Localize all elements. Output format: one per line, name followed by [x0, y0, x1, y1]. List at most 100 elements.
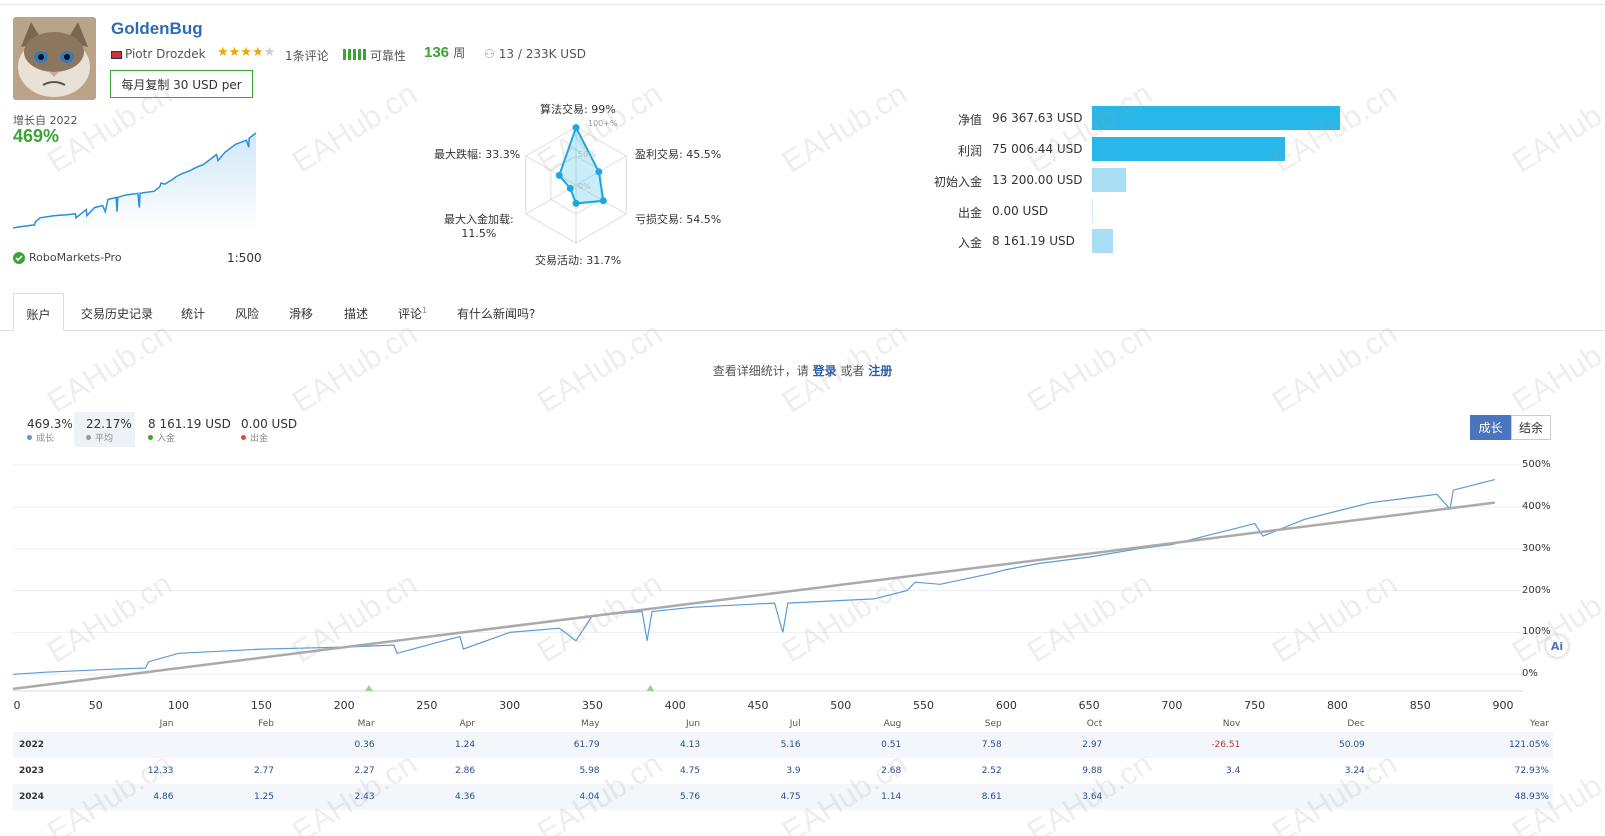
tab-account[interactable]: 账户: [13, 293, 64, 331]
return-cell[interactable]: 0.36: [278, 732, 379, 758]
x-tick-label: 250: [416, 699, 438, 712]
avatar[interactable]: [13, 17, 96, 100]
return-cell[interactable]: [1106, 784, 1245, 810]
author-name[interactable]: Piotr Drozdek: [125, 47, 206, 61]
x-tick-label: 900: [1492, 699, 1514, 712]
return-cell[interactable]: 8.61: [905, 784, 1006, 810]
return-cell[interactable]: 3.64: [1005, 784, 1107, 810]
legend-deposits[interactable]: 8 161.19 USD 入金: [136, 412, 243, 447]
return-cell[interactable]: 5.98: [479, 758, 603, 784]
return-cell[interactable]: 4.75: [704, 784, 805, 810]
return-cell[interactable]: 4.36: [378, 784, 480, 810]
radar-label-profit: 盈利交易: 45.5%: [635, 148, 722, 161]
tab-risk[interactable]: 风险: [235, 293, 259, 331]
return-cell[interactable]: 4.04: [479, 784, 604, 810]
table-header-cell: Oct: [1086, 719, 1103, 729]
subscribe-button[interactable]: 每月复制 30 USD per: [110, 70, 253, 98]
y-tick-label: 500%: [1522, 459, 1551, 470]
table-header-cell: Sep: [984, 719, 1002, 729]
return-cell[interactable]: 5.16: [704, 732, 805, 758]
tab-statistics[interactable]: 统计: [181, 293, 205, 331]
tab-trade-history[interactable]: 交易历史记录: [81, 293, 153, 331]
reviews-badge: 1: [422, 306, 428, 315]
return-cell[interactable]: 2.97: [1005, 732, 1107, 758]
return-cell[interactable]: 4.13: [603, 732, 705, 758]
return-cell[interactable]: 2.86: [379, 758, 480, 784]
tab-reviews[interactable]: 评论1: [398, 293, 427, 331]
table-header-cell: Jan: [159, 719, 174, 729]
return-cell[interactable]: 1.24: [378, 732, 480, 758]
return-cell[interactable]: 9.88: [1006, 758, 1107, 784]
toggle-growth-button[interactable]: 成长: [1470, 415, 1511, 440]
author[interactable]: Piotr Drozdek: [111, 47, 206, 61]
radar-ring-100: 100+%: [588, 119, 618, 128]
signal-title[interactable]: GoldenBug: [111, 19, 203, 39]
legend-withdrawals[interactable]: 0.00 USD 出金: [229, 412, 309, 447]
average-series-line: [13, 501, 1495, 691]
reviews-link[interactable]: 1条评论: [285, 47, 329, 64]
return-cell[interactable]: 4.75: [604, 758, 705, 784]
return-cell[interactable]: 121.05%: [1368, 732, 1553, 758]
deposit-marker[interactable]: [364, 685, 373, 691]
return-cell[interactable]: 1.14: [804, 784, 906, 810]
radar-label-drawdown: 最大跌幅: 33.3%: [434, 148, 521, 161]
stat-row: 入金 8 161.19 USD: [920, 229, 1520, 253]
return-cell[interactable]: 3.24: [1244, 758, 1368, 784]
return-cell[interactable]: 72.93%: [1369, 758, 1553, 784]
year-cell: 2024: [13, 784, 53, 810]
return-cell[interactable]: 2.77: [177, 758, 278, 784]
x-tick-label: 550: [913, 699, 935, 712]
x-tick-label: 0: [13, 699, 21, 712]
x-tick-label: 450: [747, 699, 769, 712]
stat-value: 13 200.00 USD: [992, 173, 1083, 187]
weeks-count: 136 周: [424, 44, 466, 61]
legend-average[interactable]: 22.17% 平均: [74, 412, 135, 447]
y-tick-label: 400%: [1522, 500, 1551, 512]
toggle-balance-button[interactable]: 结余: [1511, 415, 1551, 440]
return-cell[interactable]: 50.09: [1244, 732, 1369, 758]
return-cell[interactable]: 1.25: [177, 784, 278, 810]
table-header-cell: Aug: [883, 719, 902, 729]
return-cell[interactable]: 2.68: [805, 758, 906, 784]
stat-row: 净值 96 367.63 USD: [920, 106, 1520, 130]
return-cell[interactable]: 48.93%: [1368, 784, 1553, 810]
watermark-text: EAHub.cn: [776, 75, 913, 180]
return-cell[interactable]: -26.51: [1106, 732, 1245, 758]
return-cell[interactable]: 5.76: [603, 784, 705, 810]
assistant-icon[interactable]: Ai: [1546, 635, 1568, 657]
tab-news[interactable]: 有什么新闻吗?: [457, 293, 535, 331]
return-cell[interactable]: 3.9: [704, 758, 805, 784]
x-tick-label: 600: [995, 699, 1017, 712]
deposit-marker[interactable]: [646, 685, 655, 691]
tab-description[interactable]: 描述: [344, 293, 368, 331]
login-link[interactable]: 登录: [813, 364, 837, 378]
return-cell[interactable]: 0.51: [804, 732, 906, 758]
table-header-cell: [13, 716, 53, 732]
return-cell[interactable]: 3.4: [1106, 758, 1244, 784]
login-note: 查看详细统计，请 登录 或者 注册: [712, 364, 893, 378]
chart-gridlines: [13, 464, 1523, 692]
return-cell[interactable]: 2.52: [905, 758, 1006, 784]
return-cell[interactable]: [1244, 784, 1369, 810]
mini-growth-chart: [13, 132, 257, 230]
return-cell[interactable]: 4.86: [53, 784, 178, 810]
tab-slippage[interactable]: 滑移: [289, 293, 313, 331]
stat-value: 0.00 USD: [992, 204, 1049, 218]
return-cell[interactable]: 7.58: [905, 732, 1006, 758]
stat-row: 出金 0.00 USD: [920, 199, 1520, 223]
shield-check-icon: [13, 251, 25, 264]
broker[interactable]: RoboMarkets-Pro: [13, 251, 122, 264]
x-tick-label: 800: [1326, 699, 1348, 712]
x-tick-label: 650: [1078, 699, 1100, 712]
y-tick-label: 300%: [1522, 542, 1551, 554]
return-cell[interactable]: [53, 732, 178, 758]
register-link[interactable]: 注册: [868, 364, 892, 378]
return-cell[interactable]: 2.27: [278, 758, 379, 784]
return-cell[interactable]: 2.43: [278, 784, 379, 810]
return-cell[interactable]: 12.33: [53, 758, 177, 784]
radar-point: [572, 124, 580, 132]
radar-point: [572, 199, 580, 207]
return-cell[interactable]: [177, 732, 278, 758]
mini-growth-area: [13, 133, 256, 230]
return-cell[interactable]: 61.79: [479, 732, 604, 758]
